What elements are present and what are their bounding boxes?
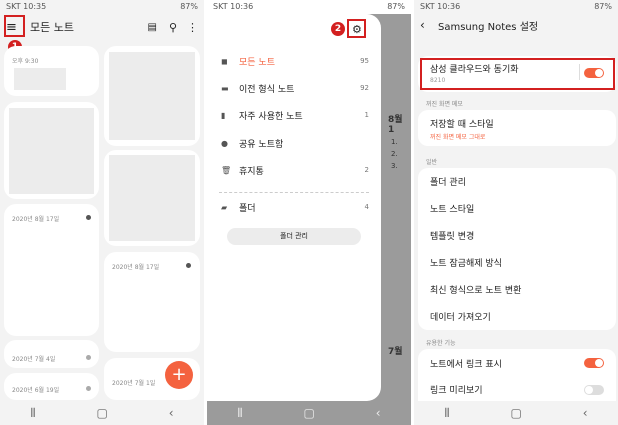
app-bar: ‹ Samsung Notes 설정 — [414, 14, 618, 36]
home-icon[interactable]: ▢ — [97, 406, 108, 420]
back-icon[interactable]: ‹ — [169, 406, 174, 420]
folder-manage-button[interactable]: 폴더 관리 — [227, 228, 361, 245]
setting-note-style[interactable]: 노트 스타일 — [418, 195, 616, 222]
home-icon[interactable]: ▢ — [511, 406, 522, 420]
note-card[interactable]: 오후 9:30 — [4, 46, 99, 96]
setting-unlock-method[interactable]: 노트 잠금해제 방식 — [418, 249, 616, 276]
page-title: 모든 노트 — [30, 21, 74, 34]
save-style-value: 꺼진 화면 메모 그대로 — [430, 134, 486, 141]
status-left: SKT 10:36 — [213, 2, 254, 11]
note-card[interactable] — [4, 102, 99, 199]
battery-status: 87% — [180, 2, 198, 11]
setting-template[interactable]: 템플릿 변경 — [418, 222, 616, 249]
save-style-setting[interactable]: 저장할 때 스타일 — [418, 117, 616, 130]
note-date: 2020년 8월 17일 — [12, 216, 60, 223]
general-card: 폴더 관리 노트 스타일 템플릿 변경 노트 잠금해제 방식 최신 형식으로 노… — [418, 168, 616, 330]
setting-import-data[interactable]: 데이터 가져오기 — [418, 303, 616, 330]
section-screen-off-memo: 꺼진 화면 메모 — [426, 101, 463, 108]
shared-icon: ● — [221, 138, 228, 148]
drawer-item-favorites[interactable]: ▮ 자주 사용한 노트 1 — [221, 108, 369, 122]
note-card[interactable] — [104, 150, 200, 246]
background-text: 1. — [391, 138, 398, 146]
drawer-item-folders[interactable]: ▰ 폴더 4 — [221, 200, 369, 214]
link-preview-toggle[interactable] — [584, 385, 604, 395]
note-card[interactable]: 2020년 8월 17일 — [4, 204, 99, 336]
note-card[interactable]: 2020년 8월 17일 — [104, 252, 200, 352]
recents-icon[interactable]: ⦀ — [444, 406, 449, 421]
note-card[interactable]: 2020년 7월 4일 — [4, 340, 99, 368]
battery-status: 87% — [387, 2, 405, 11]
note-date: 2020년 6월 19일 — [12, 387, 60, 394]
note-date: 2020년 7월 1일 — [112, 380, 156, 387]
background-text: 8월 1 — [388, 115, 403, 135]
note-date: 2020년 8월 17일 — [112, 264, 160, 271]
drawer-item-trash[interactable]: 🗑 휴지통 2 — [221, 163, 369, 177]
home-icon[interactable]: ▢ — [304, 406, 315, 420]
show-links-toggle[interactable] — [584, 358, 604, 368]
notes-list-screen: SKT 10:35 87% ≡ 모든 노트 ▤ ⚲ ⋮ 1 오후 9:30 20… — [0, 0, 204, 425]
divider — [219, 192, 369, 193]
add-note-button[interactable]: + — [165, 361, 193, 389]
settings-screen: SKT 10:36 87% ‹ Samsung Notes 설정 삼성 클라우드… — [414, 0, 618, 425]
back-arrow-icon[interactable]: ‹ — [420, 18, 434, 32]
note-card[interactable]: 2020년 6월 19일 — [4, 373, 99, 400]
background-text: 2. — [391, 150, 398, 158]
notes-icon: ◼ — [221, 56, 228, 66]
folder-icon: ▰ — [221, 202, 228, 212]
status-bar: SKT 10:36 87% — [207, 0, 411, 14]
background-text: 7월 — [388, 347, 403, 357]
setting-folder-manage[interactable]: 폴더 관리 — [418, 168, 616, 195]
more-options-icon[interactable]: ⋮ — [187, 21, 198, 34]
sync-highlight — [420, 58, 615, 90]
nav-bar: ⦀ ▢ ‹ — [414, 401, 618, 425]
note-date: 2020년 7월 4일 — [12, 356, 56, 363]
useful-card: 노트에서 링크 표시 링크 미리보기 — [418, 349, 616, 401]
back-icon[interactable]: ‹ — [583, 406, 588, 420]
drawer-screen: SKT 10:36 87% 8월 1 1. 2. 3. 7월 ⚙ 2 ◼ 모든 … — [207, 0, 411, 425]
settings-highlight — [347, 19, 366, 38]
section-useful: 유용한 기능 — [426, 340, 456, 347]
battery-status: 87% — [594, 2, 612, 11]
recents-icon[interactable]: ⦀ — [237, 406, 242, 421]
drawer-item-all-notes[interactable]: ◼ 모든 노트 95 — [221, 54, 369, 68]
nav-bar: ⦀ ▢ ‹ — [0, 401, 204, 425]
back-icon[interactable]: ‹ — [376, 406, 381, 420]
drawer-item-old-format[interactable]: ▬ 이전 형식 노트 92 — [221, 81, 369, 95]
screen-off-card: 저장할 때 스타일 꺼진 화면 메모 그대로 — [418, 110, 616, 146]
trash-icon: 🗑 — [221, 165, 232, 175]
background-text: 3. — [391, 162, 398, 170]
search-icon[interactable]: ⚲ — [169, 21, 177, 34]
app-bar: ≡ 모든 노트 ▤ ⚲ ⋮ — [0, 14, 204, 40]
step-badge-2: 2 — [331, 22, 345, 36]
bookmark-icon: ▮ — [221, 110, 226, 120]
drawer-item-shared[interactable]: ● 공유 노트함 — [221, 136, 369, 150]
status-left: SKT 10:36 — [420, 2, 461, 11]
note-date: 오후 9:30 — [12, 58, 39, 65]
section-general: 일반 — [426, 159, 438, 166]
status-bar: SKT 10:35 87% — [0, 0, 204, 14]
pdf-icon[interactable]: ▤ — [147, 22, 156, 33]
old-notes-icon: ▬ — [221, 83, 229, 93]
status-left: SKT 10:35 — [6, 2, 47, 11]
nav-bar: ⦀ ▢ ‹ — [207, 401, 411, 425]
navigation-drawer: ⚙ 2 ◼ 모든 노트 95 ▬ 이전 형식 노트 92 ▮ 자주 사용한 노트… — [207, 14, 381, 401]
note-card[interactable] — [104, 46, 200, 146]
menu-highlight — [4, 15, 25, 37]
page-title: Samsung Notes 설정 — [438, 21, 539, 33]
recents-icon[interactable]: ⦀ — [30, 406, 35, 421]
status-bar: SKT 10:36 87% — [414, 0, 618, 14]
setting-convert-notes[interactable]: 최신 형식으로 노트 변환 — [418, 276, 616, 303]
